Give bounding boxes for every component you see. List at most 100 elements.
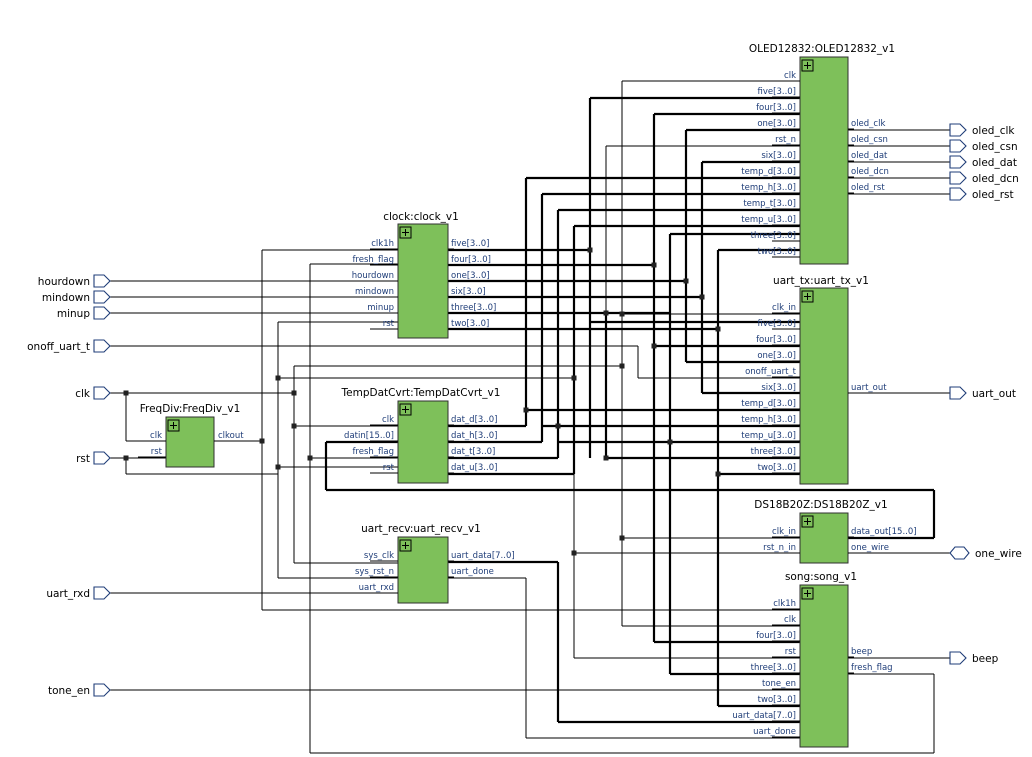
junction-dot: [651, 343, 657, 349]
output-pin-label: oled_dat: [851, 151, 888, 161]
input-port-label: mindown: [42, 292, 90, 304]
song-block: song:song_v1 clk1h clk four[3..0] rst three[3…: [732, 571, 893, 748]
input-pin-label: clk: [784, 71, 796, 81]
input-pin-label: temp_t[3..0]: [743, 199, 796, 209]
junction-dot: [291, 423, 297, 429]
junction-dot: [587, 247, 593, 253]
input-port-shape: [93, 683, 111, 697]
output-port-beep: beep: [949, 651, 999, 665]
input-pin-label: four[3..0]: [756, 335, 796, 345]
input-pin-label: clk: [784, 615, 796, 625]
output-port-shape: [949, 123, 967, 137]
junction-dot: [651, 262, 657, 268]
output-pin-label: three[3..0]: [451, 303, 496, 313]
input-pin-label: onoff_uart_t: [745, 367, 797, 377]
junction-dot: [667, 439, 673, 445]
input-pin-label: two[3..0]: [758, 695, 796, 705]
output-port-shape: [949, 155, 967, 169]
output-port-shape: [949, 139, 967, 153]
output-pin-label: uart_out: [851, 383, 887, 393]
block-title: FreqDiv:FreqDiv_v1: [140, 403, 241, 415]
block-title: TempDatCvrt:TempDatCvrt_v1: [341, 387, 501, 399]
output-pin-label: oled_dcn: [851, 167, 889, 177]
output-pin-label: dat_t[3..0]: [451, 447, 495, 457]
input-pin-label: hourdown: [352, 271, 394, 281]
output-port-oled-rst: oled_rst: [949, 187, 1014, 201]
input-port-onoff-uart-t: onoff_uart_t: [27, 339, 111, 353]
output-pin-label: dat_d[3..0]: [451, 415, 497, 425]
block-title: uart_recv:uart_recv_v1: [361, 523, 481, 535]
output-port-label: oled_clk: [972, 125, 1015, 137]
input-pin-label: sys_rst_n: [355, 567, 394, 577]
input-pin-label: four[3..0]: [756, 103, 796, 113]
output-port-shape: [949, 187, 967, 201]
input-pin-label: five[3..0]: [758, 319, 796, 329]
block-title: clock:clock_v1: [383, 211, 459, 223]
output-port-label: uart_out: [972, 388, 1016, 400]
output-port-label: oled_csn: [972, 141, 1018, 153]
block-body: [799, 584, 849, 748]
output-pin-label: dat_u[3..0]: [451, 463, 497, 473]
input-pin-label: six[3..0]: [761, 151, 796, 161]
output-pin-label: four[3..0]: [451, 255, 491, 265]
input-port-rst: rst: [76, 451, 111, 465]
input-pin-label: uart_rxd: [359, 583, 394, 593]
junction-dot: [275, 464, 281, 470]
input-pin-label: temp_d[3..0]: [741, 399, 796, 409]
input-pin-label: uart_done: [753, 727, 796, 737]
input-pin-label: fresh_flag: [352, 447, 394, 457]
input-pin-label: temp_h[3..0]: [741, 183, 796, 193]
input-pin-label: clk_in: [772, 303, 796, 313]
output-port-label: oled_dat: [972, 157, 1017, 169]
block-body: [397, 400, 449, 484]
input-pin-label: rst: [383, 319, 395, 329]
output-pin-label: six[3..0]: [451, 287, 486, 297]
output-port-oled-dcn: oled_dcn: [949, 171, 1019, 185]
junction-dot: [699, 294, 705, 300]
input-pin-label: rst: [383, 463, 395, 473]
junction-dot: [619, 535, 625, 541]
output-pin-label: beep: [851, 647, 872, 657]
input-pin-label: six[3..0]: [761, 383, 796, 393]
input-port-label: onoff_uart_t: [27, 341, 90, 353]
junction-dot: [123, 390, 129, 396]
block-title: DS18B20Z:DS18B20Z_v1: [754, 499, 887, 511]
input-pin-label: rst: [785, 647, 797, 657]
output-pin-label: fresh_flag: [851, 663, 893, 673]
input-pin-label: temp_u[3..0]: [741, 431, 796, 441]
block-title: uart_tx:uart_tx_v1: [773, 275, 869, 287]
output-pin-label: uart_data[7..0]: [451, 551, 515, 561]
input-port-shape: [93, 274, 111, 288]
uart-tx-block: uart_tx:uart_tx_v1 clk_in five[3..0] four[3…: [741, 275, 887, 485]
input-pin-label: three[3..0]: [751, 447, 796, 457]
input-pin-label: two[3..0]: [758, 247, 796, 257]
junction-dot: [683, 278, 689, 284]
input-pin-label: three[3..0]: [751, 663, 796, 673]
output-port-shape: [949, 171, 967, 185]
output-port-label: beep: [972, 653, 999, 665]
tempdat-block: TempDatCvrt:TempDatCvrt_v1clk datin[15..0…: [341, 387, 501, 484]
junction-dot: [603, 455, 609, 461]
junction-dot: [275, 375, 281, 381]
inout-port-label: one_wire: [975, 548, 1022, 560]
input-port-mindown: mindown: [42, 290, 111, 304]
inout-port-one-wire: one_wire: [949, 546, 1022, 560]
input-pin-label: one[3..0]: [757, 351, 796, 361]
input-pin-label: three[3..0]: [751, 231, 796, 241]
output-port-label: oled_rst: [972, 189, 1014, 201]
input-port-label: hourdown: [38, 276, 90, 288]
junction-dot: [619, 311, 625, 317]
input-pin-label: mindown: [355, 287, 394, 297]
output-port-label: oled_dcn: [972, 173, 1019, 185]
junction-dot: [291, 390, 297, 396]
output-port-oled-dat: oled_dat: [949, 155, 1017, 169]
input-pin-label: datin[15..0]: [344, 431, 394, 441]
junction-dot: [715, 326, 721, 332]
junction-dot: [259, 438, 265, 444]
input-port-shape: [93, 586, 111, 600]
block-layer: OLED12832:OLED12832_v1clk five[3..0] four[…: [138, 43, 917, 748]
input-pin-label: clk: [150, 431, 162, 441]
schematic-canvas: OLED12832:OLED12832_v1clk five[3..0] four[…: [27, 43, 1022, 754]
input-pin-label: sys_clk: [364, 551, 394, 561]
block-body: [397, 223, 449, 339]
